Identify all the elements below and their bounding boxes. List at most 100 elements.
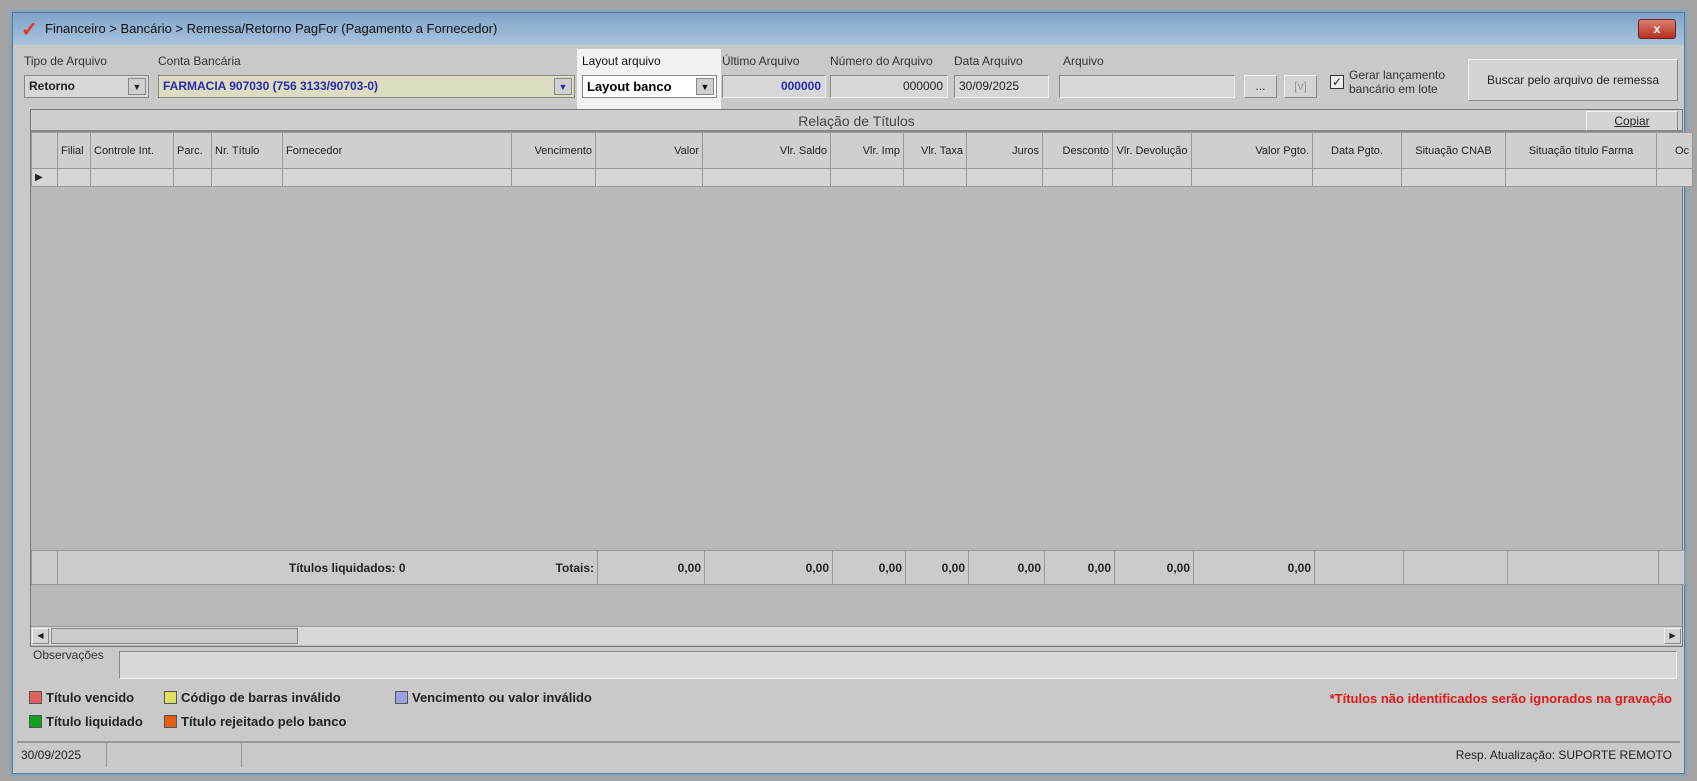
total-value: 0,00 xyxy=(905,550,969,585)
totais-label: Totais: xyxy=(555,560,594,575)
titulos-liquidados: Títulos liquidados: 0 xyxy=(288,560,406,575)
status-date: 30/09/2025 xyxy=(17,743,107,767)
table-cell[interactable] xyxy=(1312,168,1402,187)
table-cell[interactable] xyxy=(1656,168,1693,187)
column-header[interactable]: Vencimento xyxy=(511,132,596,169)
column-header[interactable]: Situação CNAB xyxy=(1401,132,1506,169)
column-header[interactable]: Juros xyxy=(966,132,1043,169)
total-value: 0,00 xyxy=(968,550,1045,585)
total-empty xyxy=(1314,550,1404,585)
total-value: 0,00 xyxy=(832,550,906,585)
legend-label: Código de barras inválido xyxy=(181,690,341,705)
legend-label: Vencimento ou valor inválido xyxy=(412,690,592,705)
totals-row: Títulos liquidados: 0 Totais: 0,00 0,00 0,0… xyxy=(31,550,1685,585)
table-cell[interactable] xyxy=(1191,168,1313,187)
horizontal-scrollbar[interactable]: ◀ ▶ xyxy=(31,626,1682,645)
row-indicator-icon[interactable]: ▶ xyxy=(31,168,58,187)
legend-label: Título rejeitado pelo banco xyxy=(181,714,347,729)
conta-bancaria-select[interactable]: FARMACIA 907030 (756 3133/90703-0) ▼ xyxy=(158,75,575,98)
table-cell[interactable] xyxy=(702,168,831,187)
total-value: 0,00 xyxy=(1114,550,1194,585)
table-row[interactable]: ▶ xyxy=(31,168,1693,187)
column-header[interactable]: Controle Int. xyxy=(90,132,174,169)
ultimo-arquivo-field: 000000 xyxy=(722,75,826,98)
table-cell[interactable] xyxy=(211,168,283,187)
column-header[interactable]: Vlr. Devolução xyxy=(1112,132,1192,169)
observacoes-label: Observações xyxy=(33,648,104,662)
column-header[interactable]: Fornecedor xyxy=(282,132,512,169)
tipo-arquivo-select[interactable]: Retorno ▼ xyxy=(24,75,149,98)
column-header[interactable]: Vlr. Saldo xyxy=(702,132,831,169)
browse-button[interactable]: ... xyxy=(1244,75,1277,98)
chevron-down-icon[interactable]: ▼ xyxy=(696,78,714,95)
data-arquivo-field[interactable]: 30/09/2025 xyxy=(954,75,1049,98)
legend-swatch xyxy=(29,691,42,704)
column-header[interactable]: Desconto xyxy=(1042,132,1113,169)
total-value: 0,00 xyxy=(1193,550,1315,585)
table-cell[interactable] xyxy=(966,168,1043,187)
app-window: ✓ Financeiro > Bancário > Remessa/Retorn… xyxy=(12,12,1693,774)
data-label: Data Arquivo xyxy=(954,54,1023,68)
column-header[interactable]: Filial xyxy=(57,132,91,169)
buscar-remessa-button[interactable]: Buscar pelo arquivo de remessa xyxy=(1468,59,1678,101)
column-header[interactable]: Vlr. Imp xyxy=(830,132,904,169)
gerar-lote-checkbox[interactable]: ✓ xyxy=(1330,75,1344,89)
scroll-left-icon[interactable]: ◀ xyxy=(32,628,49,644)
arquivo-field[interactable] xyxy=(1059,75,1235,98)
status-bar: 30/09/2025 Resp. Atualização: SUPORTE RE… xyxy=(17,741,1680,767)
window-title: Financeiro > Bancário > Remessa/Retorno … xyxy=(45,21,498,36)
total-empty xyxy=(1403,550,1508,585)
table-cell[interactable] xyxy=(282,168,512,187)
layout-value: Layout banco xyxy=(587,79,672,94)
table-cell[interactable] xyxy=(1112,168,1192,187)
close-button[interactable]: x xyxy=(1638,19,1676,39)
column-header[interactable]: Parc. xyxy=(173,132,212,169)
scroll-right-icon[interactable]: ▶ xyxy=(1664,628,1681,644)
gerar-label-2: bancário em lote xyxy=(1349,82,1438,96)
legend-titulo-rejeitado: Título rejeitado pelo banco xyxy=(164,714,346,729)
legend-swatch xyxy=(164,715,177,728)
legend-codigo-barras: Código de barras inválido xyxy=(164,690,341,705)
table-cell[interactable] xyxy=(903,168,967,187)
layout-arquivo-select[interactable]: Layout banco ▼ xyxy=(582,75,717,98)
numero-arquivo-field[interactable]: 000000 xyxy=(830,75,948,98)
grid-header-row: Filial Controle Int. Parc. Nr. Título Fornec… xyxy=(31,132,1693,169)
legend-vencimento-valor: Vencimento ou valor inválido xyxy=(395,690,592,705)
column-header[interactable]: Vlr. Taxa xyxy=(903,132,967,169)
layout-label: Layout arquivo xyxy=(582,54,661,68)
status-panel xyxy=(107,743,242,767)
column-header[interactable]: Valor xyxy=(595,132,703,169)
table-cell[interactable] xyxy=(595,168,703,187)
table-cell[interactable] xyxy=(1042,168,1113,187)
chevron-down-icon[interactable]: ▼ xyxy=(554,78,572,95)
column-header[interactable]: Oc xyxy=(1656,132,1693,169)
titulos-grid: Relação de Títulos Copiar Filial Controle… xyxy=(30,109,1693,647)
app-logo-icon: ✓ xyxy=(21,19,38,41)
totals-label-cell: Títulos liquidados: 0 Totais: xyxy=(57,550,598,585)
table-cell[interactable] xyxy=(57,168,91,187)
tipo-value: Retorno xyxy=(29,79,75,93)
column-header[interactable]: Data Pgto. xyxy=(1312,132,1402,169)
column-header[interactable]: Valor Pgto. xyxy=(1191,132,1313,169)
column-header[interactable] xyxy=(31,132,58,169)
table-cell[interactable] xyxy=(511,168,596,187)
copiar-button[interactable]: Copiar xyxy=(1586,111,1678,131)
table-cell[interactable] xyxy=(830,168,904,187)
legend-titulo-vencido: Título vencido xyxy=(29,690,134,705)
chevron-down-icon[interactable]: ▼ xyxy=(128,78,146,95)
column-header[interactable]: Nr. Título xyxy=(211,132,283,169)
observacoes-field[interactable] xyxy=(119,651,1677,679)
column-header[interactable]: Situação título Farma xyxy=(1505,132,1657,169)
legend-swatch xyxy=(164,691,177,704)
view-button[interactable]: [v] xyxy=(1284,75,1317,98)
scroll-thumb[interactable] xyxy=(51,628,298,644)
numero-label: Número do Arquivo xyxy=(830,54,933,68)
conta-label: Conta Bancária xyxy=(158,54,241,68)
table-cell[interactable] xyxy=(1401,168,1506,187)
status-resp: Resp. Atualização: SUPORTE REMOTO xyxy=(1455,748,1672,762)
gerar-label-1: Gerar lançamento xyxy=(1349,68,1446,82)
legend-label: Título liquidado xyxy=(46,714,143,729)
table-cell[interactable] xyxy=(1505,168,1657,187)
table-cell[interactable] xyxy=(90,168,174,187)
table-cell[interactable] xyxy=(173,168,212,187)
